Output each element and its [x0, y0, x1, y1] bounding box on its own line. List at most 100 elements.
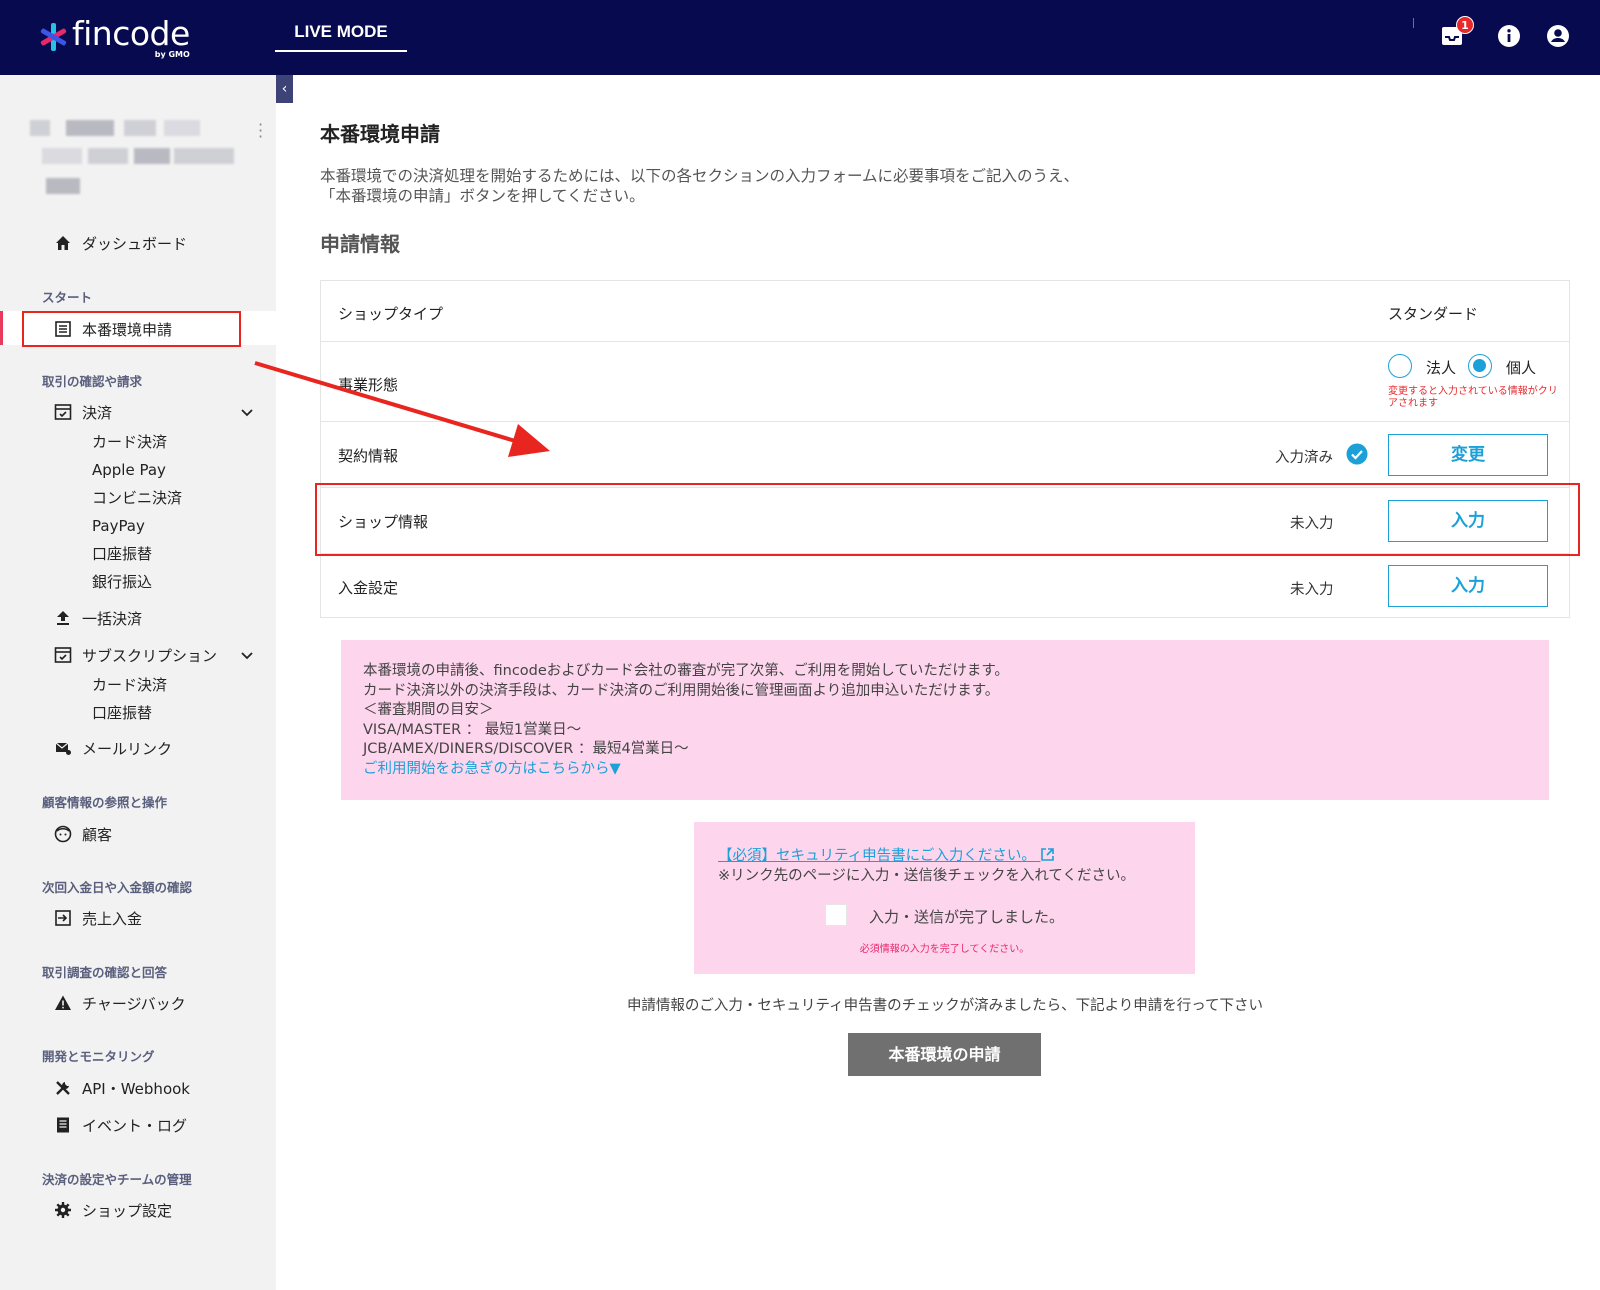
section-customers: 顧客情報の参照と操作: [42, 795, 168, 810]
logo-star-icon: [38, 22, 68, 52]
page-description: 本番環境での決済処理を開始するためには、以下の各セクションの入力フォームに必要事…: [320, 166, 1220, 206]
shop-type-value: スタンダード: [1388, 305, 1479, 323]
sidebar-item-chargeback[interactable]: チャージバック: [54, 991, 186, 1015]
sidebar-item-bulk-payment[interactable]: 一括決済: [54, 606, 142, 630]
log-icon: [54, 1116, 72, 1134]
sidebar-item-label: API・Webhook: [82, 1079, 190, 1098]
sidebar-item-label: 顧客: [82, 825, 113, 844]
sidebar-sub-bank-transfer[interactable]: 銀行振込: [92, 571, 152, 593]
security-link-text: 【必須】セキュリティ申告書にご入力ください。: [718, 848, 1036, 864]
contract-status: 入力済み: [1275, 450, 1333, 466]
security-error-message: 必須情報の入力を完了してください。: [859, 944, 1030, 955]
fincode-logo[interactable]: fincode by GMO: [38, 16, 190, 60]
security-declaration-box: 【必須】セキュリティ申告書にご入力ください。 ※リンク先のページに入力・送信後チ…: [694, 822, 1195, 974]
sidebar-item-label: サブスクリプション: [82, 646, 218, 665]
radio-corporate[interactable]: [1388, 354, 1412, 378]
row-label: 契約情報: [338, 447, 399, 465]
security-note: ※リンク先のページに入力・送信後チェックを入れてください。: [718, 868, 1135, 884]
section-investigation: 取引調査の確認と回答: [42, 965, 168, 980]
info-line: 本番環境の申請後、fincodeおよびカード会社の審査が完了次第、ご利用を開始し…: [363, 663, 1009, 679]
submit-note: 申請情報のご入力・セキュリティ申告書のチェックが済みましたら、下記より申請を行っ…: [626, 998, 1264, 1014]
logo-text: fincode: [72, 14, 190, 53]
row-label: ショップタイプ: [338, 305, 444, 323]
contract-change-button[interactable]: 変更: [1388, 434, 1548, 476]
sidebar-sub-account-transfer[interactable]: 口座振替: [92, 702, 152, 724]
security-declaration-link[interactable]: 【必須】セキュリティ申告書にご入力ください。: [718, 844, 1055, 865]
row-business-type: 事業形態 法人 個人 変更すると入力されている情報がクリアされます: [321, 342, 1569, 422]
home-icon: [54, 234, 72, 252]
section-transactions: 取引の確認や請求: [42, 374, 143, 389]
info-line: カード決済以外の決済手段は、カード決済のご利用開始後に管理画面より追加申込いただ…: [363, 682, 1000, 699]
radio-individual-label: 個人: [1506, 359, 1537, 377]
check-circle-icon: [1346, 443, 1368, 465]
sidebar-sub-card[interactable]: カード決済: [92, 431, 167, 453]
row-deposit-settings: 入金設定 未入力 入力: [321, 554, 1569, 618]
active-item-indicator: [0, 311, 3, 345]
row-contract-info: 契約情報 入力済み 変更: [321, 422, 1569, 488]
gear-icon: [54, 1201, 72, 1219]
chevron-down-icon[interactable]: [240, 405, 254, 419]
info-line: JCB/AMEX/DINERS/DISCOVER ：最短4営業日〜: [363, 741, 689, 757]
warning-icon: [54, 994, 72, 1012]
sidebar-item-label: イベント・ログ: [82, 1116, 188, 1135]
sidebar-item-subscription[interactable]: サブスクリプション: [54, 643, 217, 667]
sidebar-item-label: ダッシュボード: [82, 234, 188, 253]
sidebar-item-customers[interactable]: 顧客: [54, 822, 112, 846]
submit-production-button[interactable]: 本番環境の申請: [848, 1033, 1041, 1076]
section-title: 申請情報: [320, 232, 400, 256]
sidebar-item-label: 一括決済: [82, 609, 143, 628]
sidebar-item-mail-link[interactable]: メールリンク: [54, 736, 172, 760]
sidebar-item-label: ショップ設定: [82, 1201, 173, 1220]
sidebar-sub-account-transfer[interactable]: 口座振替: [92, 543, 152, 565]
live-mode-tab[interactable]: LIVE MODE: [275, 20, 407, 52]
sidebar-item-sales-deposit[interactable]: 売上入金: [54, 906, 142, 930]
chevron-down-icon[interactable]: [240, 648, 254, 662]
radio-individual[interactable]: [1468, 354, 1492, 378]
description-line: 「本番環境の申請」ボタンを押してください。: [320, 187, 645, 205]
deposit-input-button[interactable]: 入力: [1388, 565, 1548, 607]
face-icon: [54, 825, 72, 843]
annotation-highlight-shop-info: [315, 483, 1580, 556]
sidebar-item-label: 売上入金: [82, 909, 143, 928]
mail-icon: [54, 739, 72, 757]
info-line: VISA/MASTER ： 最短1営業日〜: [363, 721, 582, 738]
hurry-link[interactable]: ご利用開始をお急ぎの方はこちらから▼: [363, 760, 1527, 780]
section-settings: 決済の設定やチームの管理: [42, 1172, 192, 1187]
sidebar-item-dashboard[interactable]: ダッシュボード: [54, 231, 187, 255]
page-title: 本番環境申請: [320, 122, 440, 146]
review-info-box: 本番環境の申請後、fincodeおよびカード会社の審査が完了次第、ご利用を開始し…: [341, 640, 1549, 800]
sidebar-item-event-log[interactable]: イベント・ログ: [54, 1113, 187, 1137]
business-warning: 変更すると入力されている情報がクリアされます: [1388, 386, 1558, 409]
sidebar-sub-paypay[interactable]: PayPay: [92, 515, 145, 537]
sidebar-item-label: 決済: [82, 403, 113, 422]
tools-icon: [54, 1079, 72, 1097]
sidebar-sub-applepay[interactable]: Apple Pay: [92, 459, 166, 481]
sidebar-item-label: チャージバック: [82, 994, 186, 1013]
security-complete-checkbox[interactable]: [825, 904, 847, 926]
description-line: 本番環境での決済処理を開始するためには、以下の各セクションの入力フォームに必要事…: [320, 167, 1080, 185]
application-form-table: ショップタイプ スタンダード 事業形態 法人 個人 変更すると入力されている情報…: [320, 280, 1570, 618]
header-divider: [1413, 18, 1414, 28]
sidebar-sub-card[interactable]: カード決済: [92, 674, 167, 696]
sidebar-item-shop-settings[interactable]: ショップ設定: [54, 1198, 172, 1222]
sidebar-item-api-webhook[interactable]: API・Webhook: [54, 1076, 190, 1100]
info-icon[interactable]: [1497, 24, 1521, 48]
top-header: fincode by GMO LIVE MODE 1: [0, 0, 1600, 75]
upload-icon: [54, 609, 72, 627]
sidebar-item-label: メールリンク: [82, 739, 173, 758]
sidebar-sub-konbini[interactable]: コンビニ決済: [92, 487, 182, 509]
logo-sub: by GMO: [154, 50, 190, 59]
info-line: ＜審査期間の目安＞: [363, 702, 494, 718]
external-link-icon: [1041, 848, 1055, 861]
account-icon[interactable]: [1546, 24, 1570, 48]
section-dev: 開発とモニタリング: [42, 1049, 155, 1064]
deposit-icon: [54, 909, 72, 927]
deposit-status: 未入力: [1290, 582, 1334, 598]
sidebar-item-payment[interactable]: 決済: [54, 400, 112, 424]
account-info-blurred: [22, 118, 234, 198]
collapse-sidebar-button[interactable]: ‹: [276, 75, 293, 103]
account-menu-icon[interactable]: · · ·: [258, 117, 264, 145]
payment-icon: [54, 403, 72, 421]
section-deposit: 次回入金日や入金額の確認: [42, 880, 193, 895]
notification-badge: 1: [1456, 16, 1474, 34]
